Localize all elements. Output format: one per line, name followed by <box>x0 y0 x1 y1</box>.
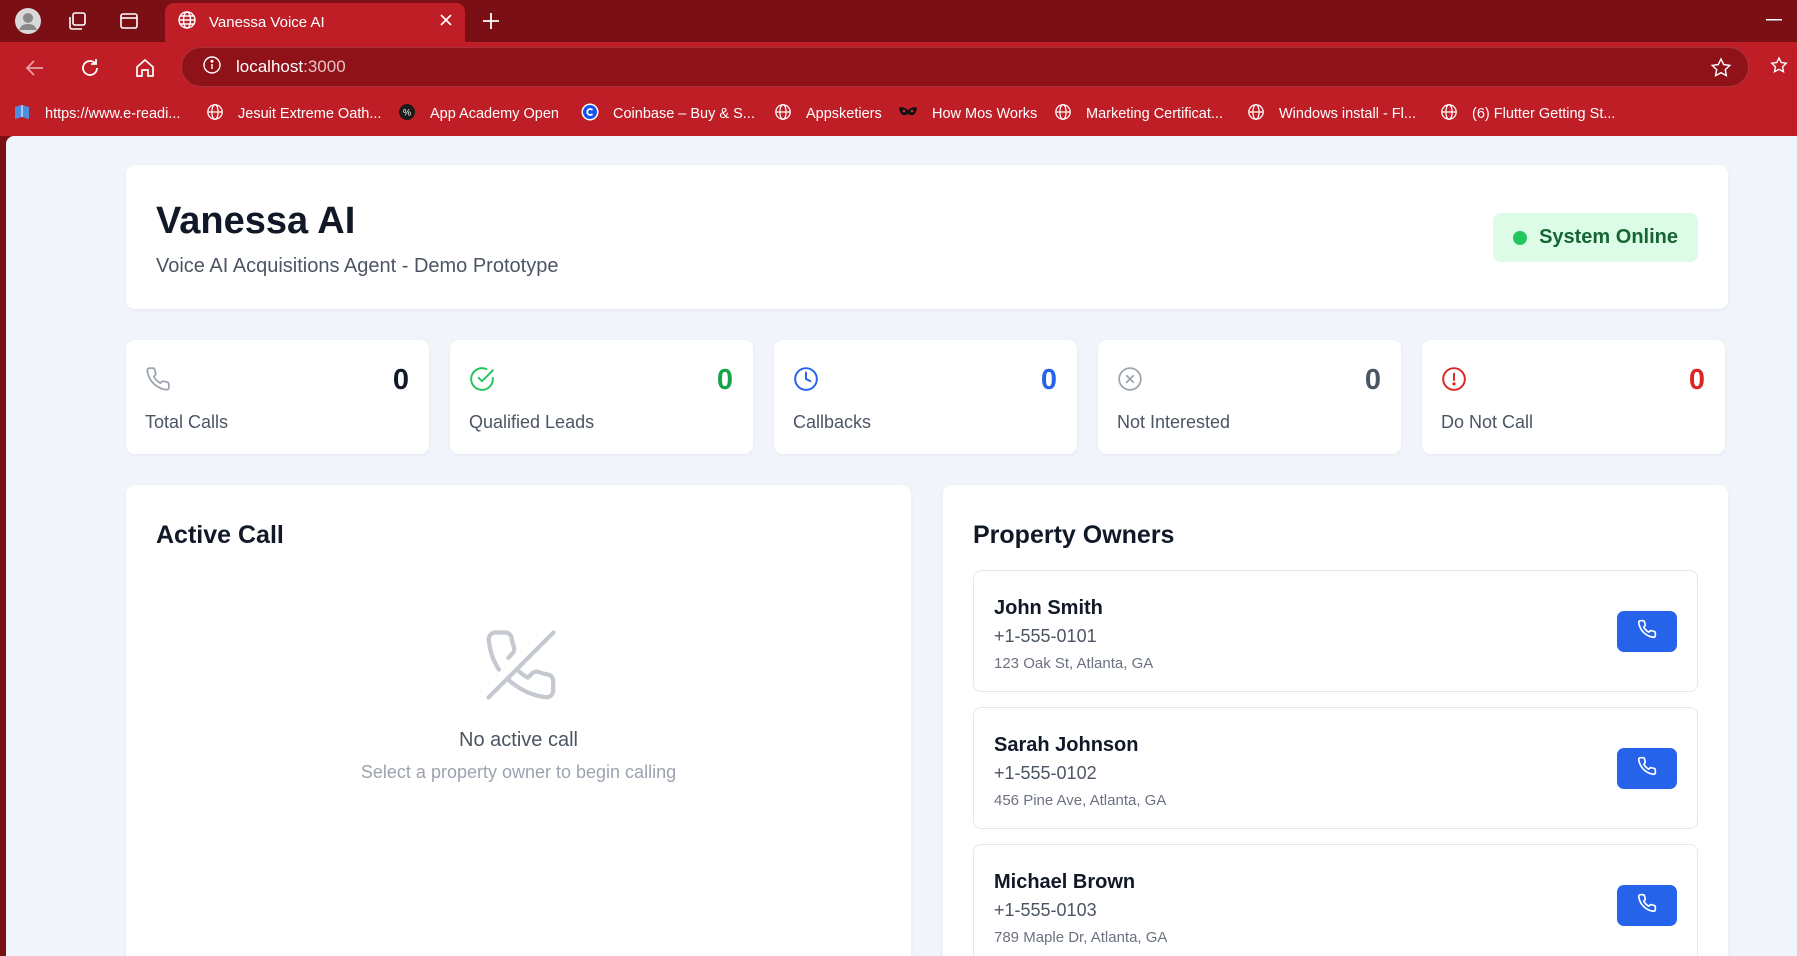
status-badge: System Online <box>1493 213 1698 262</box>
stat-card-callbacks: 0 Callbacks <box>774 340 1077 454</box>
coinbase-icon <box>581 103 606 125</box>
site-info-icon[interactable] <box>202 55 222 80</box>
svg-text:%: % <box>403 108 411 118</box>
phone-icon <box>1637 893 1657 918</box>
call-button[interactable] <box>1617 748 1677 789</box>
favorites-collection-icon[interactable] <box>1770 56 1794 83</box>
bookmark-item[interactable]: (6) Flutter Getting St... <box>1440 103 1615 125</box>
stat-value: 0 <box>1040 364 1057 396</box>
browser-tab-bar: Vanessa Voice AI <box>0 0 1797 42</box>
owner-name: John Smith <box>994 597 1103 619</box>
bookmark-item[interactable]: https://www.e-readi... <box>13 103 180 125</box>
stat-label: Callbacks <box>793 412 872 432</box>
owner-phone: +1-555-0102 <box>994 763 1097 783</box>
x-circle-icon <box>1117 366 1143 392</box>
bookmark-item[interactable]: Marketing Certificat... <box>1054 103 1223 125</box>
stat-card-total-calls: 0 Total Calls <box>126 340 429 454</box>
phone-off-icon <box>482 626 560 709</box>
active-call-title: Active Call <box>156 521 284 549</box>
page-viewport: Vanessa AI Voice AI Acquisitions Agent -… <box>6 136 1797 956</box>
workspaces-icon[interactable] <box>62 6 92 36</box>
minimize-window-icon[interactable] <box>1762 10 1786 30</box>
check-circle-icon <box>469 366 495 392</box>
header-card: Vanessa AI Voice AI Acquisitions Agent -… <box>126 165 1728 309</box>
empty-state-subtitle: Select a property owner to begin calling <box>360 762 677 782</box>
profile-avatar-icon[interactable] <box>13 6 43 36</box>
back-button[interactable] <box>19 52 51 84</box>
globe-icon <box>774 103 799 125</box>
tab-title: Vanessa Voice AI <box>209 14 325 31</box>
stat-card-not-interested: 0 Not Interested <box>1098 340 1401 454</box>
status-text: System Online <box>1539 226 1678 248</box>
stat-value: 0 <box>1688 364 1705 396</box>
stat-label: Total Calls <box>145 412 229 432</box>
tab-vanessa-voice-ai[interactable]: Vanessa Voice AI <box>165 3 465 42</box>
owner-name: Sarah Johnson <box>994 734 1139 756</box>
owner-address: 123 Oak St, Atlanta, GA <box>994 655 1154 672</box>
bookmark-item[interactable]: % App Academy Open <box>398 103 559 125</box>
url-text: localhost:3000 <box>236 57 346 76</box>
app-academy-icon: % <box>398 103 423 125</box>
owner-name: Michael Brown <box>994 871 1136 893</box>
globe-icon <box>206 103 231 125</box>
call-button[interactable] <box>1617 885 1677 926</box>
stat-value: 0 <box>392 364 409 396</box>
owner-phone: +1-555-0103 <box>994 900 1097 920</box>
mask-icon <box>898 104 925 124</box>
globe-icon <box>1247 103 1272 125</box>
stat-value: 0 <box>716 364 733 396</box>
clock-icon <box>793 366 819 392</box>
new-tab-button[interactable] <box>476 6 506 36</box>
tab-actions-icon[interactable] <box>114 6 144 36</box>
stat-label: Qualified Leads <box>469 412 595 432</box>
status-dot-icon <box>1513 230 1528 245</box>
globe-icon <box>1440 103 1465 125</box>
owner-address: 789 Maple Dr, Atlanta, GA <box>994 929 1168 946</box>
owner-address: 456 Pine Ave, Atlanta, GA <box>994 792 1167 809</box>
book-icon <box>13 103 38 125</box>
property-owners-title: Property Owners <box>973 521 1175 549</box>
phone-icon <box>1637 756 1657 781</box>
home-button[interactable] <box>129 52 161 84</box>
owner-list-item[interactable]: Sarah Johnson +1-555-0102 456 Pine Ave, … <box>973 707 1698 829</box>
reload-button[interactable] <box>74 52 106 84</box>
stat-label: Not Interested <box>1117 412 1231 432</box>
active-call-panel: Active Call No active call Select a prop… <box>126 485 911 956</box>
call-button[interactable] <box>1617 611 1677 652</box>
globe-icon <box>177 10 197 35</box>
bookmark-item[interactable]: Jesuit Extreme Oath... <box>206 103 381 125</box>
phone-icon <box>1637 619 1657 644</box>
empty-state-title: No active call <box>459 729 578 751</box>
stat-label: Do Not Call <box>1441 412 1534 432</box>
stat-value: 0 <box>1364 364 1381 396</box>
favorite-star-icon[interactable] <box>1710 57 1732 84</box>
owner-list-item[interactable]: John Smith +1-555-0101 123 Oak St, Atlan… <box>973 570 1698 692</box>
owner-phone: +1-555-0101 <box>994 626 1097 646</box>
bookmarks-bar: https://www.e-readi... Jesuit Extreme Oa… <box>0 92 1797 136</box>
page-title: Vanessa AI <box>156 200 356 242</box>
bookmark-item[interactable]: Appsketiers <box>774 103 882 125</box>
page-subtitle: Voice AI Acquisitions Agent - Demo Proto… <box>156 255 559 277</box>
property-owners-panel: Property Owners John Smith +1-555-0101 1… <box>943 485 1728 956</box>
stat-card-do-not-call: 0 Do Not Call <box>1422 340 1725 454</box>
phone-icon <box>145 366 171 392</box>
alert-circle-icon <box>1441 366 1467 392</box>
stat-card-qualified-leads: 0 Qualified Leads <box>450 340 753 454</box>
browser-toolbar: localhost:3000 <box>0 42 1797 92</box>
address-bar[interactable]: localhost:3000 <box>181 47 1749 87</box>
close-tab-icon[interactable] <box>439 13 453 32</box>
bookmark-item[interactable]: Coinbase – Buy & S... <box>581 103 755 125</box>
bookmark-item[interactable]: Windows install - Fl... <box>1247 103 1416 125</box>
globe-icon <box>1054 103 1079 125</box>
bookmark-item[interactable]: How Mos Works <box>898 103 1037 125</box>
owner-list-item[interactable]: Michael Brown +1-555-0103 789 Maple Dr, … <box>973 844 1698 956</box>
